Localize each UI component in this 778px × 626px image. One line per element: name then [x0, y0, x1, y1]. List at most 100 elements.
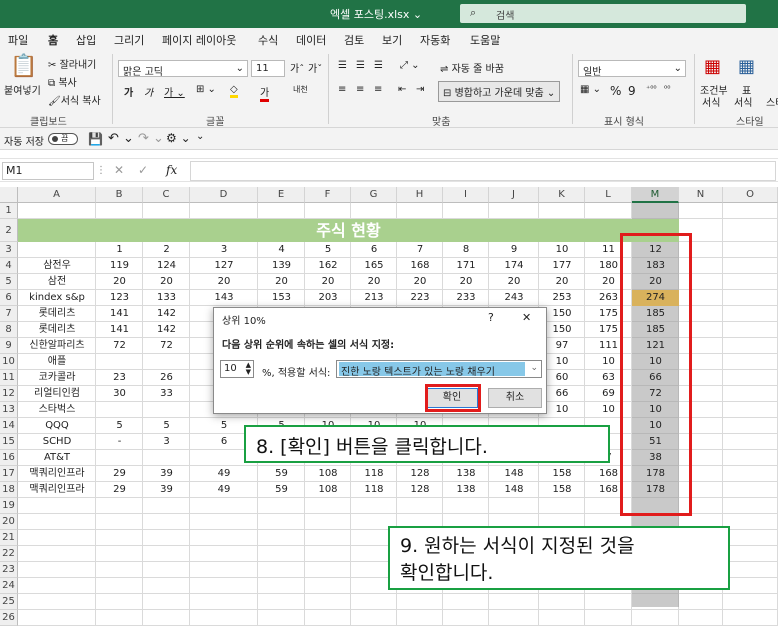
- value-cell[interactable]: 141: [96, 306, 143, 322]
- column-header-e[interactable]: E: [258, 187, 305, 203]
- cell[interactable]: [18, 578, 96, 594]
- wrap-text-button[interactable]: ⇌ 자동 줄 바꿈: [440, 60, 504, 75]
- underline-icon[interactable]: 가 ⌄: [164, 84, 185, 99]
- cell[interactable]: [305, 562, 351, 578]
- cell[interactable]: [143, 514, 190, 530]
- cell[interactable]: [723, 290, 778, 306]
- cell[interactable]: [190, 562, 258, 578]
- value-cell[interactable]: 138: [443, 466, 489, 482]
- cell[interactable]: [258, 203, 305, 219]
- cell[interactable]: [443, 498, 489, 514]
- cell[interactable]: [258, 610, 305, 626]
- cancel-button[interactable]: 취소: [488, 388, 542, 408]
- cell[interactable]: [305, 203, 351, 219]
- tab-draw[interactable]: 그리기: [114, 32, 144, 48]
- row-label-cell[interactable]: SCHD: [18, 434, 96, 450]
- merge-center-button[interactable]: ⊟ 병합하고 가운데 맞춤 ⌄: [438, 81, 561, 102]
- cell[interactable]: [96, 354, 143, 370]
- value-cell[interactable]: 39: [143, 482, 190, 498]
- value-cell[interactable]: 119: [96, 258, 143, 274]
- value-cell[interactable]: 171: [443, 258, 489, 274]
- cell[interactable]: [351, 610, 397, 626]
- row-header-19[interactable]: 19: [0, 498, 18, 514]
- cell[interactable]: [190, 514, 258, 530]
- tab-view[interactable]: 보기: [382, 32, 402, 48]
- value-cell[interactable]: 20: [489, 274, 539, 290]
- row-header-8[interactable]: 8: [0, 322, 18, 338]
- cell[interactable]: [258, 594, 305, 610]
- conditional-format-icon[interactable]: ▦: [704, 56, 721, 77]
- row-label-cell[interactable]: 롯데리츠: [18, 306, 96, 322]
- cell[interactable]: [258, 530, 305, 546]
- name-box[interactable]: M1: [2, 162, 94, 180]
- cell[interactable]: [723, 466, 778, 482]
- number-format-combo[interactable]: 일반 ⌄: [578, 60, 686, 78]
- value-cell[interactable]: 233: [443, 290, 489, 306]
- value-cell[interactable]: 20: [143, 274, 190, 290]
- row-header-14[interactable]: 14: [0, 418, 18, 434]
- tab-automate[interactable]: 자동화: [420, 32, 450, 48]
- row-label-cell[interactable]: 롯데리츠: [18, 322, 96, 338]
- cell[interactable]: [18, 498, 96, 514]
- indent-decrease-icon[interactable]: ⇤: [398, 84, 406, 95]
- cell[interactable]: [190, 203, 258, 219]
- cell[interactable]: [489, 594, 539, 610]
- help-button[interactable]: ?: [488, 311, 494, 324]
- row-header-3[interactable]: 3: [0, 242, 18, 258]
- font-name-combo[interactable]: 맑은 고딕 ⌄: [118, 60, 248, 78]
- row-header-23[interactable]: 23: [0, 562, 18, 578]
- comma-icon[interactable]: 9: [628, 84, 636, 98]
- redo-icon[interactable]: ↷ ⌄: [138, 131, 164, 146]
- cell[interactable]: [190, 594, 258, 610]
- cell[interactable]: [443, 610, 489, 626]
- value-cell[interactable]: 3: [190, 242, 258, 258]
- cell[interactable]: [723, 530, 778, 546]
- undo-icon[interactable]: ↶ ⌄: [108, 131, 134, 146]
- cell-styles-button[interactable]: 스타: [766, 94, 778, 109]
- cell[interactable]: [723, 402, 778, 418]
- value-cell[interactable]: 4: [258, 242, 305, 258]
- tab-review[interactable]: 검토: [344, 32, 364, 48]
- cell[interactable]: [723, 562, 778, 578]
- value-cell[interactable]: 243: [489, 290, 539, 306]
- cell[interactable]: [539, 498, 585, 514]
- percent-spinner[interactable]: 10 ▲ ▼: [220, 360, 254, 378]
- cell[interactable]: [305, 578, 351, 594]
- cell[interactable]: [143, 610, 190, 626]
- cell[interactable]: [96, 610, 143, 626]
- cell[interactable]: [489, 203, 539, 219]
- value-cell[interactable]: 118: [351, 482, 397, 498]
- cell[interactable]: [351, 498, 397, 514]
- cell[interactable]: [723, 203, 778, 219]
- italic-icon[interactable]: 가: [144, 84, 153, 99]
- cell[interactable]: [305, 498, 351, 514]
- cell[interactable]: [258, 514, 305, 530]
- row-label-cell[interactable]: 스타벅스: [18, 402, 96, 418]
- cell[interactable]: [723, 498, 778, 514]
- value-cell[interactable]: 72: [96, 338, 143, 354]
- value-cell[interactable]: 20: [96, 274, 143, 290]
- column-header-b[interactable]: B: [96, 187, 143, 203]
- value-cell[interactable]: 128: [397, 482, 443, 498]
- cell[interactable]: [723, 258, 778, 274]
- value-cell[interactable]: 108: [305, 482, 351, 498]
- row-header-7[interactable]: 7: [0, 306, 18, 322]
- percent-icon[interactable]: %: [610, 84, 621, 98]
- cell[interactable]: [143, 578, 190, 594]
- cell[interactable]: [723, 450, 778, 466]
- row-label-cell[interactable]: kindex s&p: [18, 290, 96, 306]
- cell[interactable]: [96, 498, 143, 514]
- tab-file[interactable]: 파일: [8, 32, 28, 48]
- font-color-icon[interactable]: 가: [260, 84, 270, 102]
- cell[interactable]: [258, 562, 305, 578]
- cell[interactable]: [723, 514, 778, 530]
- cell[interactable]: [723, 482, 778, 498]
- value-cell[interactable]: 123: [96, 290, 143, 306]
- column-header-o[interactable]: O: [723, 187, 778, 203]
- row-header-18[interactable]: 18: [0, 482, 18, 498]
- align-middle-icon[interactable]: ☰: [356, 60, 365, 71]
- cancel-edit-icon[interactable]: ✕: [114, 163, 124, 177]
- column-header-f[interactable]: F: [305, 187, 351, 203]
- row-header-20[interactable]: 20: [0, 514, 18, 530]
- cell[interactable]: [723, 434, 778, 450]
